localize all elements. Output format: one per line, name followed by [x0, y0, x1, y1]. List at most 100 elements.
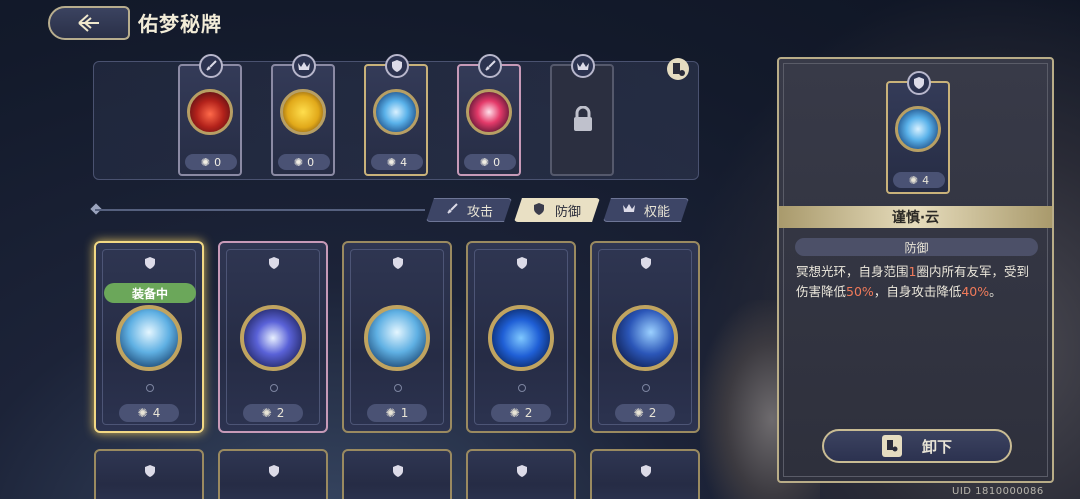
detail-card-type: 防御 [795, 238, 1038, 256]
gear-icon: ✺ [633, 406, 644, 420]
shield-icon [388, 253, 408, 273]
gear-icon: ✺ [261, 406, 272, 420]
detail-card-orb [895, 106, 941, 152]
tab-shield[interactable]: 防御 [514, 198, 600, 222]
card-level-value: 1 [400, 406, 409, 420]
defense-card[interactable] [342, 449, 452, 499]
detail-card-preview: ✺ 4 [886, 71, 950, 194]
equipped-slot[interactable] [550, 54, 614, 176]
defense-card[interactable] [218, 449, 328, 499]
defense-card[interactable] [590, 449, 700, 499]
tab-label: 防御 [554, 204, 581, 220]
defense-card[interactable] [94, 449, 204, 499]
gear-icon: ✺ [293, 155, 304, 169]
slot-level-value: 0 [307, 155, 315, 169]
shield-icon [264, 461, 284, 481]
defense-card[interactable]: ✺ 1 [342, 241, 452, 433]
card-orb [466, 89, 512, 135]
card-level: ✺ 4 [119, 404, 179, 422]
card-level: ✺ 2 [243, 404, 303, 422]
lock-icon [574, 106, 592, 131]
defense-card[interactable]: 装备中 ✺ 4 [94, 241, 204, 433]
card-detail-panel: ✺ 4 谨慎·云 防御 冥想光环，自身范围1圈内所有友军，受到伤害降低50%，自… [777, 57, 1054, 483]
card-level-value: 2 [648, 406, 657, 420]
slot-level: ✺ 0 [185, 154, 237, 170]
sword-icon [478, 54, 502, 78]
slot-level: ✺ 0 [464, 154, 516, 170]
shield-icon [533, 202, 549, 218]
equipped-slot[interactable]: ✺ 0 [271, 54, 335, 176]
tab-crown[interactable]: 权能 [603, 198, 689, 222]
card-orb [488, 305, 554, 371]
card-remove-icon [881, 435, 902, 457]
crown-icon [571, 54, 595, 78]
crown-icon [622, 202, 638, 218]
tab-divider-line [95, 209, 425, 211]
detail-level-value: 4 [922, 173, 930, 187]
gear-icon: ✺ [386, 155, 397, 169]
unequip-label: 卸下 [921, 437, 952, 456]
equipped-slot[interactable]: ✺ 0 [178, 54, 242, 176]
slot-level-value: 4 [400, 155, 408, 169]
page-title: 佑梦秘牌 [138, 12, 222, 36]
card-level: ✺ 2 [615, 404, 675, 422]
card-orb [187, 89, 233, 135]
shield-icon [907, 71, 931, 95]
card-orb [373, 89, 419, 135]
gear-icon: ✺ [385, 406, 396, 420]
gear-icon: ✺ [479, 155, 490, 169]
shield-icon [385, 54, 409, 78]
gear-icon: ✺ [200, 155, 211, 169]
unequip-button[interactable]: 卸下 [822, 429, 1012, 463]
card-dot [394, 384, 402, 392]
card-orb [280, 89, 326, 135]
slot-level-value: 0 [493, 155, 501, 169]
defense-card[interactable]: ✺ 2 [590, 241, 700, 433]
card-level-value: 2 [524, 406, 533, 420]
card-level: ✺ 1 [367, 404, 427, 422]
slot-level-value: 0 [214, 155, 222, 169]
detail-card-level: ✺ 4 [893, 172, 945, 188]
shield-icon [140, 461, 160, 481]
sword-icon [199, 54, 223, 78]
equipped-slot[interactable]: ✺ 4 [364, 54, 428, 176]
shield-icon [512, 461, 532, 481]
slot-level: ✺ 4 [371, 154, 423, 170]
detail-card-description: 冥想光环，自身范围1圈内所有友军，受到伤害降低50%，自身攻击降低40%。 [796, 264, 1029, 299]
shield-icon [636, 461, 656, 481]
crown-icon [292, 54, 316, 78]
defense-card[interactable]: ✺ 2 [218, 241, 328, 433]
shield-icon [636, 253, 656, 273]
defense-card[interactable]: ✺ 2 [466, 241, 576, 433]
shield-icon [140, 253, 160, 273]
card-orb [612, 305, 678, 371]
detail-card-name: 谨慎·云 [779, 206, 1052, 228]
defense-card[interactable] [466, 449, 576, 499]
equipped-badge: 装备中 [104, 283, 196, 303]
user-id: UID 1810000086 [952, 486, 1044, 497]
back-button[interactable] [48, 6, 130, 40]
gear-icon: ✺ [509, 406, 520, 420]
card-orb [240, 305, 306, 371]
card-level-value: 2 [276, 406, 285, 420]
unequip-all-icon[interactable] [667, 58, 689, 80]
gear-icon: ✺ [908, 173, 919, 187]
card-orb [116, 305, 182, 371]
card-orb [364, 305, 430, 371]
card-level-value: 4 [152, 406, 161, 420]
shield-icon [264, 253, 284, 273]
card-dot [518, 384, 526, 392]
card-dot [270, 384, 278, 392]
shield-icon [512, 253, 532, 273]
tab-label: 权能 [643, 204, 670, 220]
tab-label: 攻击 [466, 204, 493, 220]
shield-icon [388, 461, 408, 481]
card-level: ✺ 2 [491, 404, 551, 422]
equipped-slot[interactable]: ✺ 0 [457, 54, 521, 176]
tab-sword[interactable]: 攻击 [426, 198, 512, 222]
slot-level: ✺ 0 [278, 154, 330, 170]
sword-icon [445, 202, 461, 218]
card-dot [146, 384, 154, 392]
back-arrow-icon [78, 14, 99, 32]
card-dot [642, 384, 650, 392]
